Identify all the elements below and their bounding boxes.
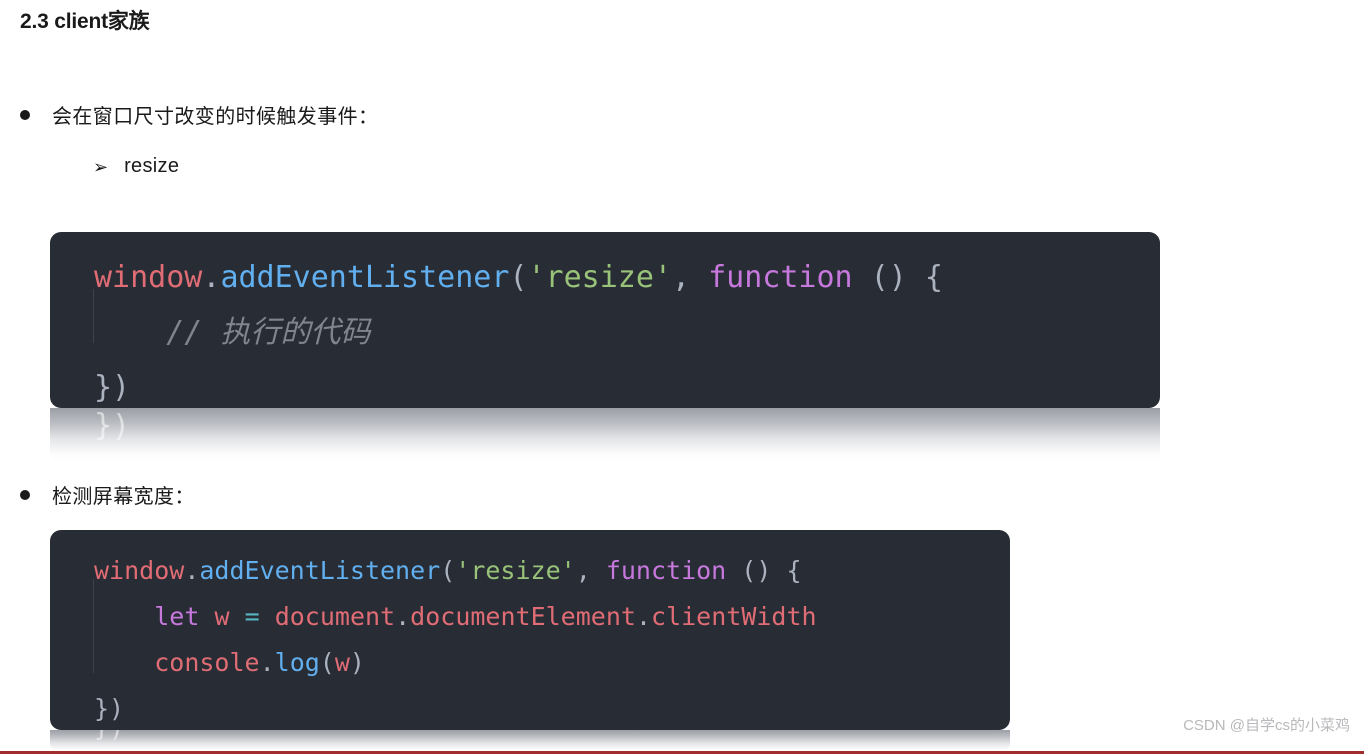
code-line: }) bbox=[50, 686, 1010, 730]
code-token: w bbox=[334, 648, 350, 677]
code-token: . bbox=[259, 648, 275, 677]
code-line: console.log(w) bbox=[50, 640, 1010, 686]
sub-bullet-label: resize bbox=[124, 155, 180, 177]
code-token: }) bbox=[94, 694, 125, 723]
code-token: ) bbox=[349, 648, 365, 677]
arrow-bullet-icon: ➢ bbox=[93, 156, 109, 177]
code-token: ( bbox=[440, 556, 456, 585]
code-token: let bbox=[154, 602, 200, 631]
code-token: addEventListener bbox=[220, 260, 510, 295]
code-line: }) bbox=[50, 360, 1160, 408]
code-token: 'resize' bbox=[527, 260, 672, 295]
bullet-label: 会在窗口尺寸改变的时候触发事件： bbox=[52, 106, 379, 128]
code-token: 'resize' bbox=[455, 556, 576, 585]
code-content: window.addEventListener('resize', functi… bbox=[50, 232, 1160, 408]
code-token: function bbox=[708, 260, 853, 295]
code-token: , bbox=[671, 260, 691, 295]
page-title: 2.3 client家族 bbox=[20, 10, 150, 33]
watermark: CSDN @自学cs的小菜鸡 bbox=[1183, 717, 1350, 734]
sub-bullet-item-resize: ➢ resize bbox=[93, 155, 179, 178]
code-token: console bbox=[154, 648, 260, 677]
bullet-dot-icon bbox=[20, 489, 30, 500]
code-line: window.addEventListener('resize', functi… bbox=[50, 548, 1010, 594]
code-token: window bbox=[94, 260, 203, 295]
code-token: window bbox=[94, 556, 185, 585]
code-token: ( bbox=[509, 260, 528, 295]
code-token: , bbox=[575, 556, 591, 585]
code-token: function bbox=[605, 556, 727, 585]
code-block-reflection: }) bbox=[50, 408, 1160, 464]
code-token: . bbox=[635, 602, 652, 631]
bullet-item-resize-event: 会在窗口尺寸改变的时候触发事件： bbox=[20, 100, 378, 129]
bullet-item-detect-screen-width: 检测屏幕宽度： bbox=[20, 480, 195, 509]
code-line: let w = document.documentElement.clientW… bbox=[50, 594, 1010, 640]
code-line: window.addEventListener('resize', functi… bbox=[50, 250, 1160, 305]
code-token: = bbox=[244, 602, 260, 631]
code-token: . bbox=[202, 260, 221, 295]
code-line: // 执行的代码 bbox=[50, 305, 1160, 360]
code-token: clientWidth bbox=[651, 602, 817, 631]
code-block-resize-handler: window.addEventListener('resize', functi… bbox=[50, 232, 1160, 408]
code-block-client-width: window.addEventListener('resize', functi… bbox=[50, 530, 1010, 730]
reflection-ghost-text: }) bbox=[94, 409, 131, 444]
reflection-ghost-text: }) bbox=[94, 730, 124, 752]
code-token: documentElement bbox=[410, 602, 636, 631]
code-token: // 执行的代码 bbox=[94, 315, 371, 350]
code-content: window.addEventListener('resize', functi… bbox=[50, 530, 1010, 730]
code-token: }) bbox=[94, 370, 131, 405]
code-token: log bbox=[274, 648, 320, 677]
code-token: . bbox=[395, 602, 411, 631]
bullet-dot-icon bbox=[20, 109, 30, 120]
bullet-label: 检测屏幕宽度： bbox=[52, 486, 195, 508]
code-token: document bbox=[274, 602, 396, 631]
code-token: addEventListener bbox=[199, 556, 441, 585]
code-token: w bbox=[214, 602, 230, 631]
code-token: () { bbox=[726, 556, 802, 585]
code-token: () { bbox=[852, 260, 943, 295]
code-token: . bbox=[184, 556, 200, 585]
code-token: ( bbox=[319, 648, 335, 677]
